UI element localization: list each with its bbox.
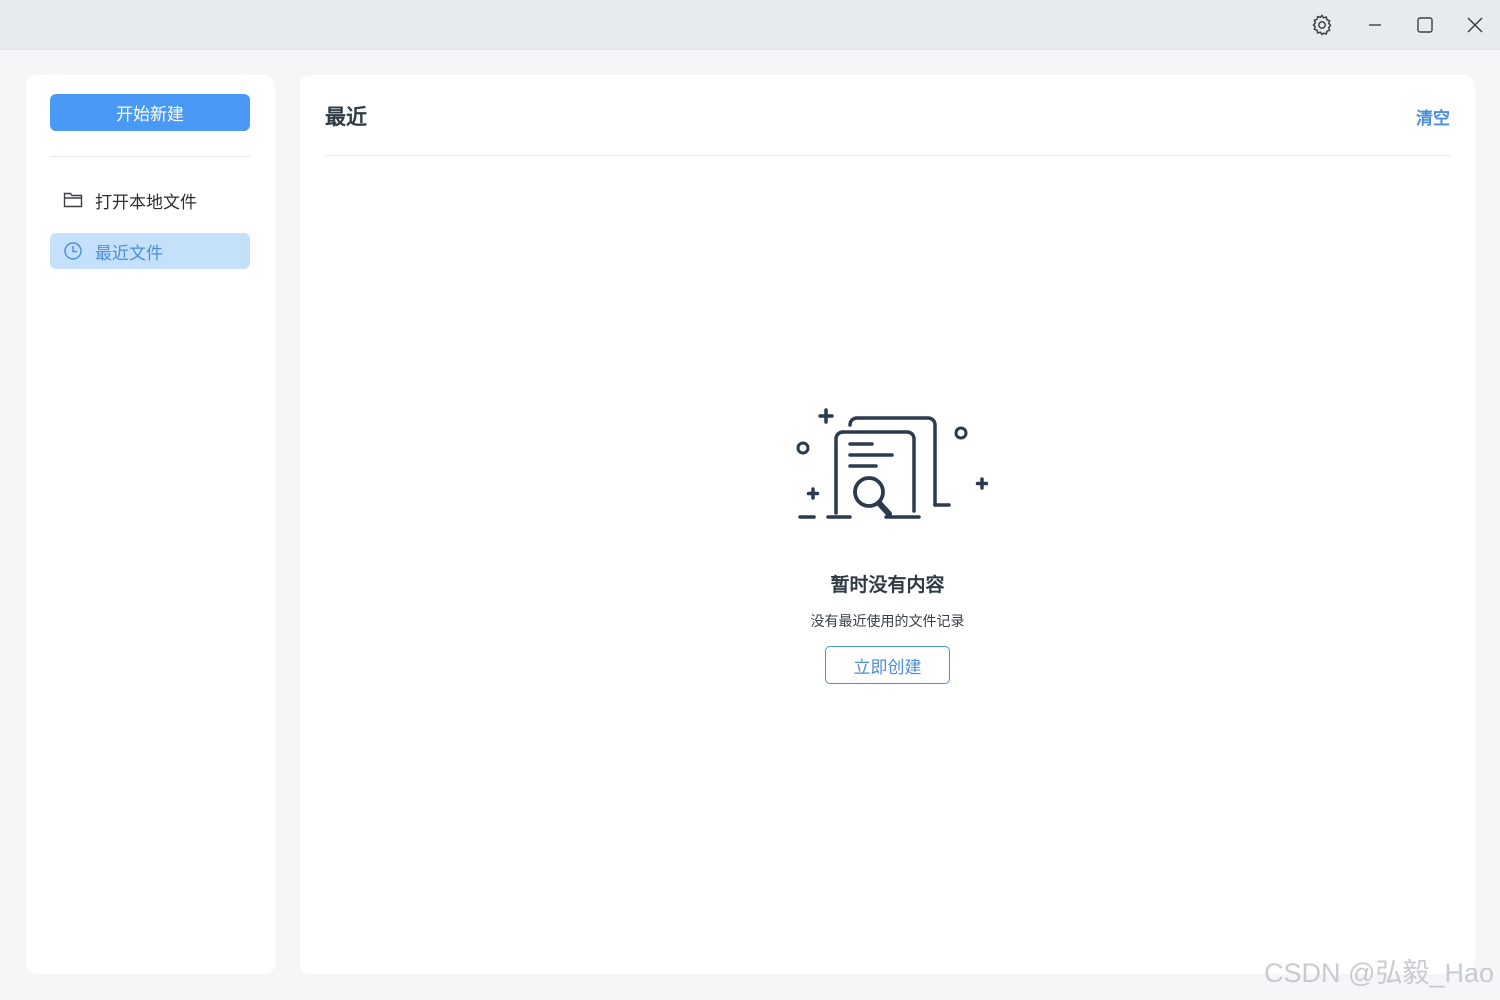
document-search-icon — [788, 405, 988, 535]
header-divider — [325, 155, 1450, 156]
create-now-button[interactable]: 立即创建 — [825, 646, 950, 684]
sidebar-item-label: 打开本地文件 — [95, 192, 197, 213]
maximize-icon — [1416, 16, 1434, 34]
maximize-button[interactable] — [1400, 0, 1450, 50]
sidebar-item-open-local[interactable]: 打开本地文件 — [50, 182, 250, 218]
sidebar-item-recent[interactable]: 最近文件 — [50, 233, 250, 269]
new-button[interactable]: 开始新建 — [50, 94, 250, 131]
empty-state: 暂时没有内容 没有最近使用的文件记录 立即创建 — [300, 405, 1475, 684]
empty-description: 没有最近使用的文件记录 — [810, 614, 965, 630]
minimize-icon — [1367, 17, 1383, 33]
clear-button[interactable]: 清空 — [1416, 104, 1450, 129]
sidebar: 开始新建 打开本地文件 最近文件 — [26, 75, 275, 974]
minimize-button[interactable] — [1350, 0, 1400, 50]
close-icon — [1466, 16, 1484, 34]
settings-button[interactable] — [1297, 0, 1347, 50]
app-body: 开始新建 打开本地文件 最近文件 最近 清空 暂时没有内容 没有最近使用的文件记… — [0, 50, 1500, 1000]
sidebar-item-label: 最近文件 — [95, 243, 163, 264]
close-button[interactable] — [1450, 0, 1500, 50]
sidebar-divider — [50, 156, 250, 157]
main-panel: 最近 清空 暂时没有内容 没有最近使用的文件记录 立即创建 — [300, 75, 1475, 974]
page-title: 最近 — [325, 105, 367, 129]
folder-icon — [62, 189, 84, 211]
empty-title: 暂时没有内容 — [830, 574, 945, 596]
clock-icon — [62, 240, 84, 262]
watermark: CSDN @弘毅_Hao — [1264, 958, 1494, 988]
title-bar — [0, 0, 1500, 50]
gear-icon — [1310, 13, 1334, 37]
